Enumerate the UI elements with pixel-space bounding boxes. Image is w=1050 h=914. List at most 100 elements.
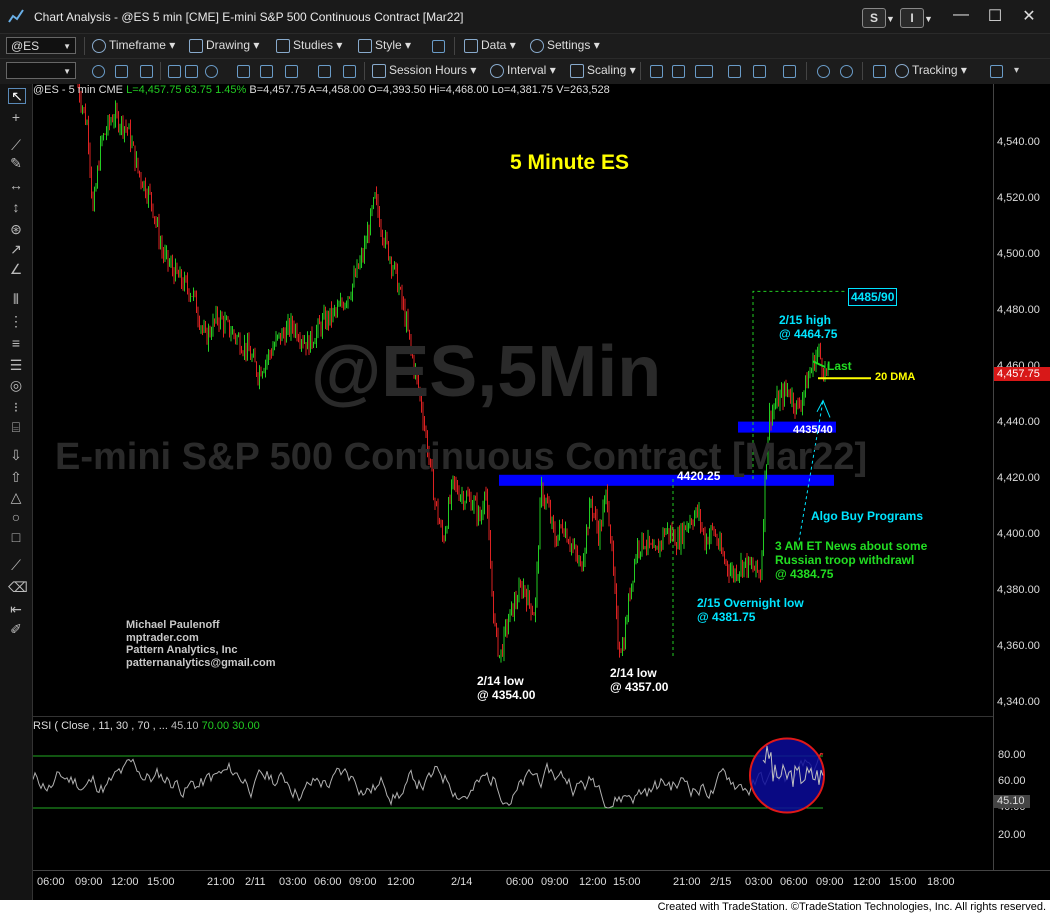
price-axis[interactable]: 4,540.00 4,520.00 4,500.00 4,480.00 4,46… <box>993 84 1050 870</box>
pin-icon <box>490 63 504 78</box>
cursor-icon[interactable] <box>168 65 181 78</box>
dma-label: 20 DMA <box>875 371 916 383</box>
low2-label-1: 2/14 low <box>610 666 657 680</box>
zoom-out-icon[interactable] <box>840 65 853 78</box>
eraser-tool-icon[interactable]: ⌫ <box>8 580 28 594</box>
low1-label-2: @ 4354.00 <box>477 688 536 702</box>
rsi-extreme-segment <box>820 752 824 755</box>
rsi-axis-label: 80.00 <box>998 749 1026 761</box>
export-icon[interactable] <box>990 65 1003 78</box>
grid-icon[interactable] <box>115 65 128 78</box>
timeframe-menu[interactable]: Timeframe ▾ <box>92 38 175 53</box>
retracement-tool-icon[interactable]: ≡ <box>8 336 24 350</box>
low1-label-1: 2/14 low <box>477 674 524 688</box>
overnight-label-1: 2/15 Overnight low <box>697 596 804 610</box>
price-label: 4,500.00 <box>997 248 1040 260</box>
rsi-value: 45.10 <box>170 720 199 732</box>
fib-fan-tool-icon[interactable]: ⋮ <box>8 314 24 328</box>
snap-tool-icon[interactable]: ✐ <box>8 622 24 636</box>
header-bid: B=4,457.75 <box>249 84 306 96</box>
spiral-tool-icon[interactable]: ◎ <box>8 378 24 392</box>
list-icon[interactable] <box>343 65 356 78</box>
vertical-line-tool-icon[interactable]: ↕ <box>8 200 24 214</box>
arrow-down-tool-icon[interactable]: ⇩ <box>8 448 24 462</box>
price-label: 4,340.00 <box>997 696 1040 708</box>
pencil-tool-icon[interactable]: ✎ <box>8 156 24 170</box>
hlc-icon[interactable] <box>728 65 741 78</box>
zoom-in-icon[interactable] <box>817 65 830 78</box>
percent-icon[interactable] <box>237 65 250 78</box>
rsi-axis-label: 60.00 <box>998 775 1026 787</box>
fib-ext-tool-icon[interactable]: ☰ <box>8 358 24 372</box>
link-icon[interactable] <box>285 65 298 78</box>
more-icon[interactable]: ▾ <box>1014 65 1019 76</box>
indicator-icon[interactable] <box>318 65 331 78</box>
jump-tool-icon[interactable]: ⇤ <box>8 602 24 616</box>
ohlc-bar-icon[interactable] <box>650 65 663 78</box>
session-hours-menu[interactable]: Session Hours ▾ <box>372 63 476 78</box>
secondary-combo[interactable]: ▼ <box>6 62 76 79</box>
zoom-box-icon[interactable] <box>783 65 796 78</box>
drawing-menu[interactable]: Drawing ▾ <box>189 38 259 53</box>
settings-menu[interactable]: Settings ▾ <box>530 38 600 53</box>
title-bar: Chart Analysis - @ES 5 min [CME] E-mini … <box>0 0 1050 33</box>
s-dropdown-icon[interactable]: ▼ <box>886 14 895 24</box>
interval-menu[interactable]: Interval ▾ <box>490 63 556 78</box>
symbol-combo[interactable]: @ES ▼ <box>6 37 76 54</box>
price-chart[interactable]: @ES,5Min E-mini S&P 500 Continuous Contr… <box>33 84 993 716</box>
ellipse-tool-icon[interactable]: ○ <box>8 510 24 524</box>
ruler-tool-icon[interactable]: ⟋ <box>8 558 24 572</box>
header-volume: V=263,528 <box>556 84 610 96</box>
rectangle-tool-icon[interactable]: □ <box>8 530 24 544</box>
calendar-icon[interactable] <box>140 65 153 78</box>
data-window-icon[interactable] <box>873 65 886 78</box>
crosshair-icon[interactable] <box>185 65 198 78</box>
scaling-menu[interactable]: Scaling ▾ <box>570 63 636 78</box>
i-dropdown-icon[interactable]: ▼ <box>924 14 933 24</box>
studies-menu[interactable]: Studies ▾ <box>276 38 342 53</box>
style-menu[interactable]: Style ▾ <box>358 38 411 53</box>
layout-icon[interactable] <box>432 40 445 53</box>
tracking-menu[interactable]: Tracking ▾ <box>895 63 967 78</box>
crosshair-tool-icon[interactable]: + <box>8 110 24 124</box>
header-high: Hi=4,468.00 <box>428 84 489 96</box>
zone-label: 4435/40 <box>793 424 833 436</box>
low2-label-2: @ 4357.00 <box>610 680 669 694</box>
pointer-tool-icon[interactable]: ↖ <box>8 88 26 104</box>
s-button[interactable]: S <box>862 8 886 28</box>
main-toolbar: @ES ▼ Timeframe ▾ Drawing ▾ Studies ▾ Sty… <box>0 33 1050 59</box>
author-name: Michael Paulenoff <box>126 619 220 631</box>
image-icon[interactable] <box>260 65 273 78</box>
algo-arrow-head <box>816 399 831 418</box>
text-tool-icon[interactable]: ⌸ <box>8 420 24 434</box>
cycle-icon[interactable] <box>205 65 218 78</box>
arrow-up-tool-icon[interactable]: ⇧ <box>8 470 24 484</box>
dot-icon[interactable] <box>753 65 766 78</box>
triangle-tool-icon[interactable]: △ <box>8 490 24 504</box>
refresh-icon[interactable] <box>92 65 105 78</box>
time-axis[interactable]: 06:00 09:00 12:00 15:00 21:00 2/11 03:00… <box>33 870 1050 901</box>
i-button[interactable]: I <box>900 8 924 28</box>
price-label: 4,400.00 <box>997 528 1040 540</box>
fib-tool-icon[interactable]: ⊛ <box>8 222 24 236</box>
gann-tool-icon[interactable]: ↗ <box>8 242 24 256</box>
time-label: 09:00 <box>75 876 103 888</box>
horizontal-line-tool-icon[interactable]: ↔ <box>8 178 24 192</box>
rsi-pane[interactable]: RSI ( Close , 11, 30 , 70 , ... 45.10 70… <box>33 716 993 871</box>
bars-icon <box>464 38 478 53</box>
close-button[interactable]: ✕ <box>1014 6 1044 26</box>
speed-lines-tool-icon[interactable]: ⦀ <box>8 292 24 306</box>
minimize-button[interactable]: — <box>946 6 976 24</box>
hollow-candle-icon[interactable] <box>695 65 713 78</box>
header-pct: 1.45% <box>215 84 247 96</box>
candle-icon[interactable] <box>672 65 685 78</box>
angle-tool-icon[interactable]: ∠ <box>8 262 24 276</box>
trendline-tool-icon[interactable]: ⟋ <box>8 138 24 152</box>
watermark-symbol: @ES,5Min <box>311 332 662 412</box>
time-label: 06:00 <box>314 876 342 888</box>
data-menu[interactable]: Data ▾ <box>464 38 516 53</box>
rsi-upper: 70.00 <box>201 720 230 732</box>
cycle-tool-icon[interactable]: ⁝ <box>8 400 24 414</box>
resistance-label: 4420.25 <box>677 469 721 483</box>
maximize-button[interactable]: ☐ <box>980 6 1010 26</box>
